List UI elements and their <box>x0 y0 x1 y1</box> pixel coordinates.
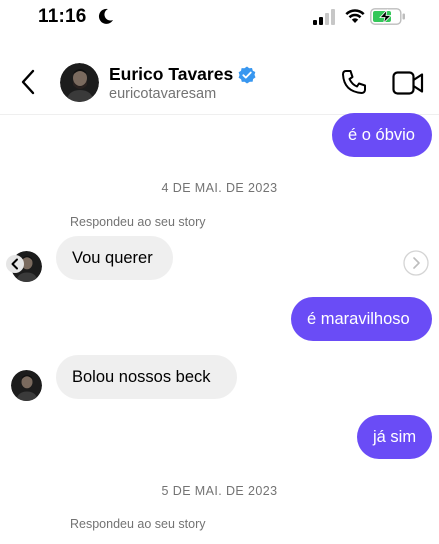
message-text: Bolou nossos beck <box>72 367 211 386</box>
message-text: é maravilhoso <box>307 309 410 328</box>
status-time: 11:16 <box>38 6 87 27</box>
message-text: é o óbvio <box>348 125 415 144</box>
signal-icon <box>313 9 335 25</box>
message-sent[interactable]: é o óbvio <box>332 113 432 157</box>
story-reply-arrow-icon <box>6 255 24 273</box>
contact-name: Eurico Tavares <box>109 64 234 84</box>
date-separator: 5 DE MAI. DE 2023 <box>161 484 278 498</box>
contact-name-row[interactable]: Eurico Tavares <box>109 64 256 85</box>
contact-username[interactable]: euricotavaresam <box>109 86 216 102</box>
story-reply-label: Respondeu ao seu story <box>70 517 206 531</box>
status-bar: 11:16 <box>0 0 439 38</box>
sender-avatar[interactable] <box>11 370 42 401</box>
message-received[interactable]: Vou querer <box>56 236 173 280</box>
profile-avatar[interactable] <box>60 63 99 102</box>
wifi-icon <box>345 9 365 23</box>
message-received[interactable]: Bolou nossos beck <box>56 355 237 399</box>
battery-charging-icon <box>370 8 405 25</box>
phone-call-icon[interactable] <box>340 68 368 96</box>
moon-icon <box>98 8 113 24</box>
message-text: já sim <box>373 427 417 446</box>
date-separator: 4 DE MAI. DE 2023 <box>161 181 278 195</box>
back-arrow-icon[interactable] <box>18 68 38 96</box>
share-forward-icon[interactable] <box>403 250 429 276</box>
story-reply-label: Respondeu ao seu story <box>70 215 206 229</box>
message-text: Vou querer <box>72 248 153 267</box>
message-sent[interactable]: é maravilhoso <box>291 297 432 341</box>
verified-badge-icon <box>238 66 256 83</box>
chat-header: Eurico Tavares euricotavaresam <box>0 52 439 112</box>
video-call-icon[interactable] <box>392 70 424 96</box>
message-sent[interactable]: já sim <box>357 415 432 459</box>
